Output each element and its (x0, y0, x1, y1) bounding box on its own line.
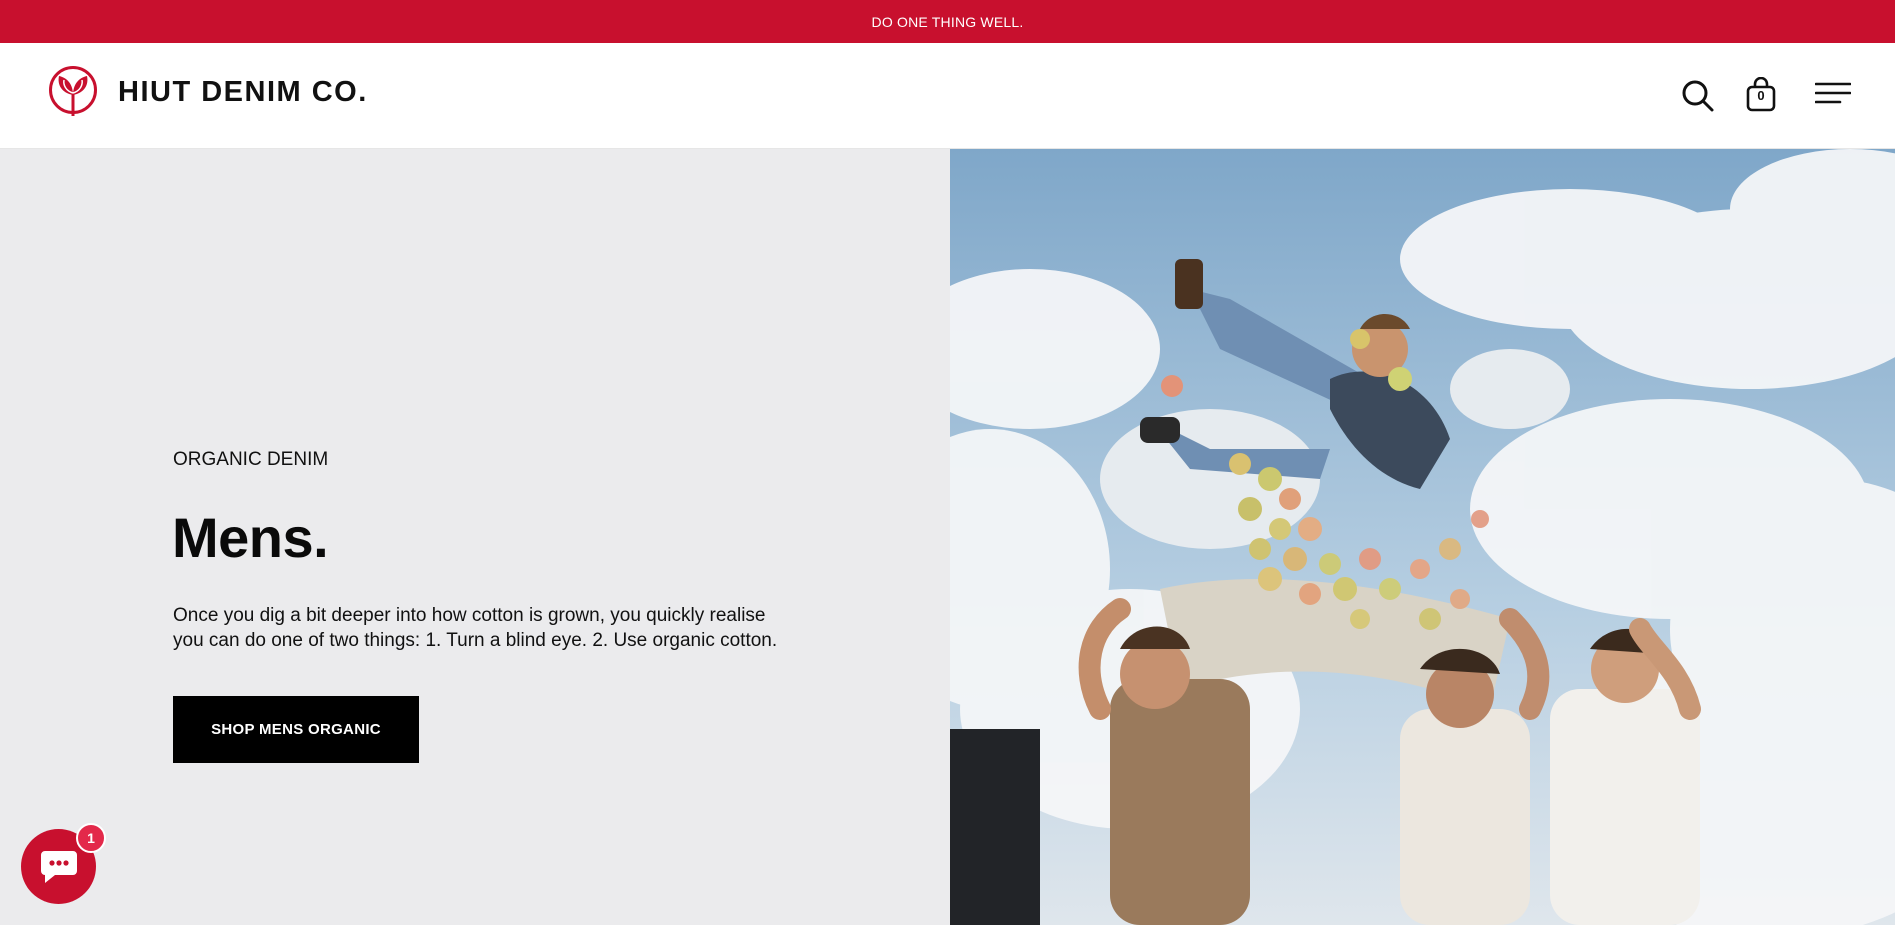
hamburger-menu-icon (1814, 82, 1852, 104)
search-button[interactable] (1681, 79, 1715, 113)
menu-button[interactable] (1814, 81, 1852, 107)
cart-count: 0 (1757, 88, 1765, 103)
hero-image (950, 149, 1895, 925)
search-icon (1682, 80, 1714, 112)
hero-headline: Mens. (172, 506, 329, 569)
cart-button[interactable]: 0 (1745, 76, 1777, 113)
hero-section: ORGANIC DENIM Mens. Once you dig a bit d… (0, 149, 1895, 925)
chat-unread-badge: 1 (76, 823, 106, 853)
chat-bubble-icon (41, 851, 77, 883)
hero-eyebrow: ORGANIC DENIM (173, 449, 329, 470)
leaf-circle-logo-icon (49, 66, 97, 116)
brand-logo-link[interactable]: HIUT DENIM CO. (48, 65, 368, 119)
hero-photo-illustration (950, 149, 1895, 925)
announcement-bar: DO ONE THING WELL. (0, 0, 1895, 43)
hero-text-panel: ORGANIC DENIM Mens. Once you dig a bit d… (0, 149, 950, 925)
brand-name: HIUT DENIM CO. (118, 75, 368, 108)
hero-description: Once you dig a bit deeper into how cotto… (173, 605, 778, 651)
shop-mens-organic-button[interactable]: SHOP MENS ORGANIC (173, 696, 419, 763)
announcement-text: DO ONE THING WELL. (871, 13, 1024, 30)
site-header: HIUT DENIM CO. 0 (0, 43, 1895, 149)
